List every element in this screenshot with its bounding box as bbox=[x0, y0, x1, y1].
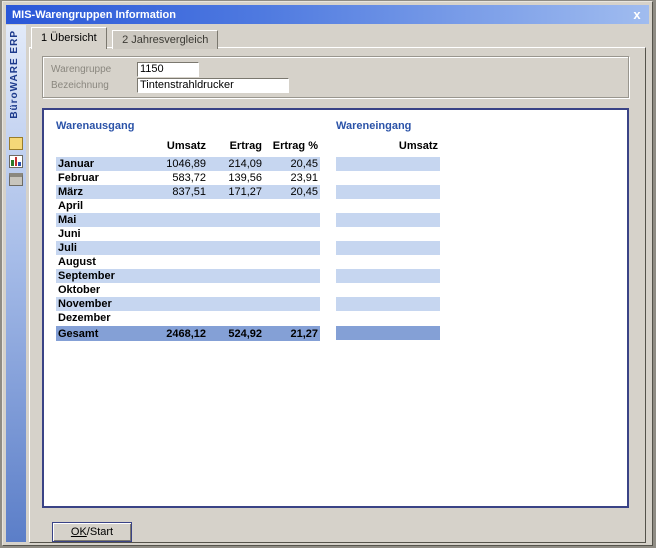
wareneingang-row bbox=[336, 297, 440, 311]
month-label: März bbox=[56, 186, 152, 198]
umsatz-value: 583,72 bbox=[152, 172, 208, 184]
window-title: MIS-Warengruppen Information bbox=[12, 9, 629, 21]
ok-start-accel: OK bbox=[71, 526, 87, 538]
month-label: Oktober bbox=[56, 284, 152, 296]
table-row: Januar 1046,89 214,09 20,45 bbox=[56, 157, 320, 171]
wareneingang-row bbox=[336, 241, 440, 255]
tab-uebersicht[interactable]: 1 Übersicht bbox=[31, 27, 107, 49]
warenausgang-table: Warenausgang Umsatz Ertrag Ertrag % Janu… bbox=[56, 120, 320, 496]
ertrag-column-header: Ertrag bbox=[208, 140, 264, 157]
total-umsatz-value: 2468,12 bbox=[152, 328, 208, 340]
footer: OK/Start bbox=[42, 522, 629, 542]
umsatz-column-header: Umsatz bbox=[152, 140, 208, 157]
month-label: Mai bbox=[56, 214, 152, 226]
ertrag-pct-value: 20,45 bbox=[264, 186, 320, 198]
close-icon[interactable]: x bbox=[629, 8, 645, 22]
table-row: Juni bbox=[56, 227, 320, 241]
wareneingang-row bbox=[336, 283, 440, 297]
month-label: Juni bbox=[56, 228, 152, 240]
table-row: Juli bbox=[56, 241, 320, 255]
wareneingang-row bbox=[336, 311, 440, 325]
table-row: Mai bbox=[56, 213, 320, 227]
wareneingang-row bbox=[336, 185, 440, 199]
ertrag-pct-value: 23,91 bbox=[264, 172, 320, 184]
chart-icon[interactable] bbox=[9, 155, 23, 168]
total-label: Gesamt bbox=[56, 328, 152, 340]
tab-strip: 1 Übersicht 2 Jahresvergleich bbox=[29, 27, 646, 47]
ertrag-value: 171,27 bbox=[208, 186, 264, 198]
wareneingang-row bbox=[336, 157, 440, 171]
table-row: Oktober bbox=[56, 283, 320, 297]
ertrag-value: 214,09 bbox=[208, 158, 264, 170]
main-area: 1 Übersicht 2 Jahresvergleich Warengrupp… bbox=[26, 25, 649, 542]
window-body: BüroWARE ERP 1 Übersicht 2 Jahresverglei… bbox=[6, 25, 649, 542]
table-row: September bbox=[56, 269, 320, 283]
table-row: Dezember bbox=[56, 311, 320, 325]
warenausgang-title: Warenausgang bbox=[56, 120, 320, 140]
umsatz-value: 1046,89 bbox=[152, 158, 208, 170]
warengruppe-label: Warengruppe bbox=[51, 64, 137, 75]
month-column-header bbox=[56, 140, 152, 157]
printer-icon[interactable] bbox=[9, 173, 23, 186]
app-window: MIS-Warengruppen Information x BüroWARE … bbox=[2, 1, 653, 546]
wareneingang-table: Wareneingang Umsatz bbox=[336, 120, 440, 496]
bezeichnung-label: Bezeichnung bbox=[51, 80, 137, 91]
wareneingang-row bbox=[336, 269, 440, 283]
umsatz-value: 837,51 bbox=[152, 186, 208, 198]
table-gap bbox=[320, 120, 336, 496]
wareneingang-title: Wareneingang bbox=[336, 120, 440, 140]
tab-jahresvergleich[interactable]: 2 Jahresvergleich bbox=[112, 30, 218, 49]
report-panel: Warenausgang Umsatz Ertrag Ertrag % Janu… bbox=[42, 108, 629, 508]
total-row: Gesamt 2468,12 524,92 21,27 bbox=[56, 326, 320, 341]
table-row: August bbox=[56, 255, 320, 269]
bezeichnung-row: Bezeichnung bbox=[51, 77, 620, 93]
month-label: September bbox=[56, 270, 152, 282]
month-label: August bbox=[56, 256, 152, 268]
month-label: April bbox=[56, 200, 152, 212]
month-label: Februar bbox=[56, 172, 152, 184]
warenausgang-column-headers: Umsatz Ertrag Ertrag % bbox=[56, 140, 320, 157]
tab-panel: Warengruppe Bezeichnung Warenausgang Ums… bbox=[29, 47, 646, 543]
brand-label: BüroWARE ERP bbox=[9, 30, 20, 119]
table-row: Februar 583,72 139,56 23,91 bbox=[56, 171, 320, 185]
total-ertrag-value: 524,92 bbox=[208, 328, 264, 340]
wareneingang-row bbox=[336, 255, 440, 269]
wareneingang-umsatz-column-header: Umsatz bbox=[336, 140, 440, 157]
bezeichnung-field[interactable] bbox=[137, 78, 289, 93]
ertrag-pct-column-header: Ertrag % bbox=[264, 140, 320, 157]
table-row: November bbox=[56, 297, 320, 311]
wareneingang-row bbox=[336, 227, 440, 241]
table-row: März 837,51 171,27 20,45 bbox=[56, 185, 320, 199]
ertrag-value: 139,56 bbox=[208, 172, 264, 184]
month-label: Dezember bbox=[56, 312, 152, 324]
warengruppe-row: Warengruppe bbox=[51, 61, 620, 77]
brand-sidebar: BüroWARE ERP bbox=[6, 25, 26, 542]
wareneingang-row bbox=[336, 171, 440, 185]
month-label: Januar bbox=[56, 158, 152, 170]
ok-start-button[interactable]: OK/Start bbox=[52, 522, 132, 542]
total-ertrag-pct-value: 21,27 bbox=[264, 328, 320, 340]
title-bar: MIS-Warengruppen Information x bbox=[6, 5, 649, 24]
ok-start-rest: /Start bbox=[87, 526, 113, 538]
warengruppe-field[interactable] bbox=[137, 62, 199, 77]
warengruppe-group-box: Warengruppe Bezeichnung bbox=[42, 56, 629, 98]
month-label: Juli bbox=[56, 242, 152, 254]
wareneingang-total-row bbox=[336, 326, 440, 340]
table-row: April bbox=[56, 199, 320, 213]
wareneingang-row bbox=[336, 213, 440, 227]
note-icon[interactable] bbox=[9, 137, 23, 150]
month-label: November bbox=[56, 298, 152, 310]
wareneingang-row bbox=[336, 199, 440, 213]
ertrag-pct-value: 20,45 bbox=[264, 158, 320, 170]
sidebar-icons bbox=[9, 137, 23, 191]
